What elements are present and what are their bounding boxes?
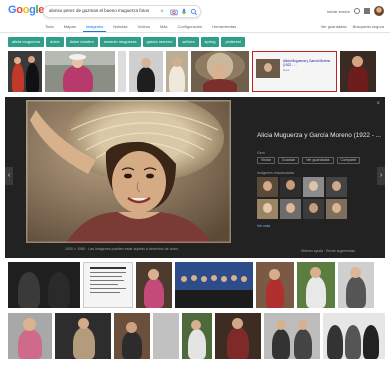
tab-noticias[interactable]: Noticias [108, 24, 132, 32]
portrait-photo [26, 100, 231, 243]
apps-grid-icon[interactable] [364, 8, 370, 14]
related-images-label: Imágenes relacionadas [257, 171, 295, 175]
image-result[interactable] [8, 262, 80, 308]
see-more-link[interactable]: Ver más [257, 224, 270, 228]
related-image[interactable] [303, 177, 324, 197]
image-result[interactable] [297, 262, 335, 308]
search-box[interactable]: alonso perez de guzman el bueno muguerza… [43, 5, 201, 18]
image-result[interactable] [256, 262, 294, 308]
image-result[interactable] [8, 313, 52, 359]
gear-icon[interactable] [354, 8, 360, 14]
close-icon[interactable]: × [376, 101, 380, 107]
tool-link[interactable]: Búsqueda segura [353, 24, 384, 29]
image-preview-panel: ‹ › × 1920 × 1080 · Las imágenes pueden … [5, 97, 385, 258]
image-result[interactable] [118, 51, 126, 92]
image-result[interactable] [182, 313, 212, 359]
image-result[interactable] [45, 51, 115, 92]
image-result[interactable] [55, 313, 111, 359]
camera-icon[interactable] [170, 8, 178, 16]
tab-mapas[interactable]: Mapas [59, 24, 81, 32]
image-result[interactable] [264, 313, 320, 359]
image-result[interactable] [340, 51, 376, 92]
tools-right: Ver guardadas Búsqueda segura [321, 24, 384, 29]
tabs-divider [0, 32, 390, 33]
related-search-chip[interactable]: señora [178, 37, 199, 47]
google-logo[interactable]: Google [8, 4, 44, 16]
image-result[interactable] [129, 51, 163, 92]
tab-configuracion[interactable]: Configuración [173, 24, 208, 32]
related-search-chip[interactable]: garcía moreno [142, 37, 177, 47]
related-image[interactable] [326, 177, 347, 197]
search-icon[interactable] [190, 8, 198, 16]
related-image[interactable] [303, 199, 324, 219]
image-row-1: Alicia Muguerza y García Moreno (1922 - … [8, 51, 376, 92]
prev-image-button[interactable]: ‹ [5, 167, 13, 185]
tab-herramientas[interactable]: Herramientas [207, 24, 241, 32]
preview-source[interactable]: Geni [257, 151, 265, 155]
image-result[interactable] [153, 313, 179, 359]
related-search-chips: alicia muguerza dulce dulce nombre sexenio … [8, 37, 245, 47]
search-tabs: Todo Mapas Imágenes Noticias Vídeos Más Config… [40, 24, 241, 32]
related-images-grid [257, 177, 347, 219]
image-result-selected[interactable]: Alicia Muguerza y García Moreno (1922 - … [252, 51, 337, 92]
preview-action-button[interactable]: Compartir [336, 157, 361, 164]
image-row-3 [8, 313, 385, 359]
header-right: Iniciar sesión [327, 6, 384, 16]
related-search-chip[interactable]: pinterest [221, 37, 245, 47]
tab-imagenes[interactable]: Imágenes [81, 24, 109, 32]
close-icon[interactable]: × [158, 8, 166, 16]
image-result[interactable] [114, 313, 150, 359]
related-search-chip[interactable]: dulce [46, 37, 64, 47]
preview-actions: Visitar Guardar Ver guardadas Compartir [257, 157, 361, 164]
related-image[interactable] [280, 177, 301, 197]
image-result[interactable] [8, 51, 42, 92]
tool-link[interactable]: Ver guardadas [321, 24, 347, 29]
logo-letter: G [8, 4, 17, 16]
preview-footer-links[interactable]: Obtener ayuda · Enviar sugerencias [301, 249, 355, 253]
image-result[interactable] [175, 262, 253, 308]
related-image[interactable] [326, 199, 347, 219]
search-input[interactable]: alonso perez de guzman el bueno muguerza… [49, 8, 167, 13]
sign-in-link[interactable]: Iniciar sesión [327, 9, 350, 14]
preview-title[interactable]: Alicia Muguerza y García Moreno (1922 - … [257, 132, 382, 140]
image-row-2 [8, 262, 374, 308]
related-search-chip[interactable]: spring [200, 37, 220, 47]
image-result[interactable] [338, 262, 374, 308]
related-image[interactable] [257, 177, 278, 197]
tab-videos[interactable]: Vídeos [133, 24, 155, 32]
image-result[interactable] [83, 262, 133, 308]
related-search-chip[interactable]: sexenio muguerza [99, 37, 141, 47]
image-result[interactable] [191, 51, 249, 92]
avatar[interactable] [374, 6, 384, 16]
next-image-button[interactable]: › [377, 167, 385, 185]
selected-result-source: Geni [283, 68, 290, 72]
preview-action-button[interactable]: Visitar [257, 157, 275, 164]
related-image[interactable] [280, 199, 301, 219]
related-search-chip[interactable]: dulce nombre [65, 37, 98, 47]
preview-action-button[interactable]: Guardar [277, 157, 300, 164]
tab-todo[interactable]: Todo [40, 24, 59, 32]
selected-result-title: Alicia Muguerza y García Moreno (1922 - … [283, 59, 331, 67]
image-result[interactable] [166, 51, 188, 92]
image-caption: 1920 × 1080 · Las imágenes pueden estar … [65, 247, 179, 251]
related-search-chip[interactable]: alicia muguerza [8, 37, 45, 47]
top-bar: Google alonso perez de guzman el bueno m… [0, 0, 390, 22]
preview-action-button[interactable]: Ver guardadas [302, 157, 334, 164]
image-result[interactable] [136, 262, 172, 308]
mic-icon[interactable] [180, 8, 188, 16]
tab-mas[interactable]: Más [155, 24, 173, 32]
related-image[interactable] [257, 199, 278, 219]
image-result[interactable] [215, 313, 261, 359]
preview-image[interactable] [26, 100, 231, 243]
image-result[interactable] [323, 313, 385, 359]
